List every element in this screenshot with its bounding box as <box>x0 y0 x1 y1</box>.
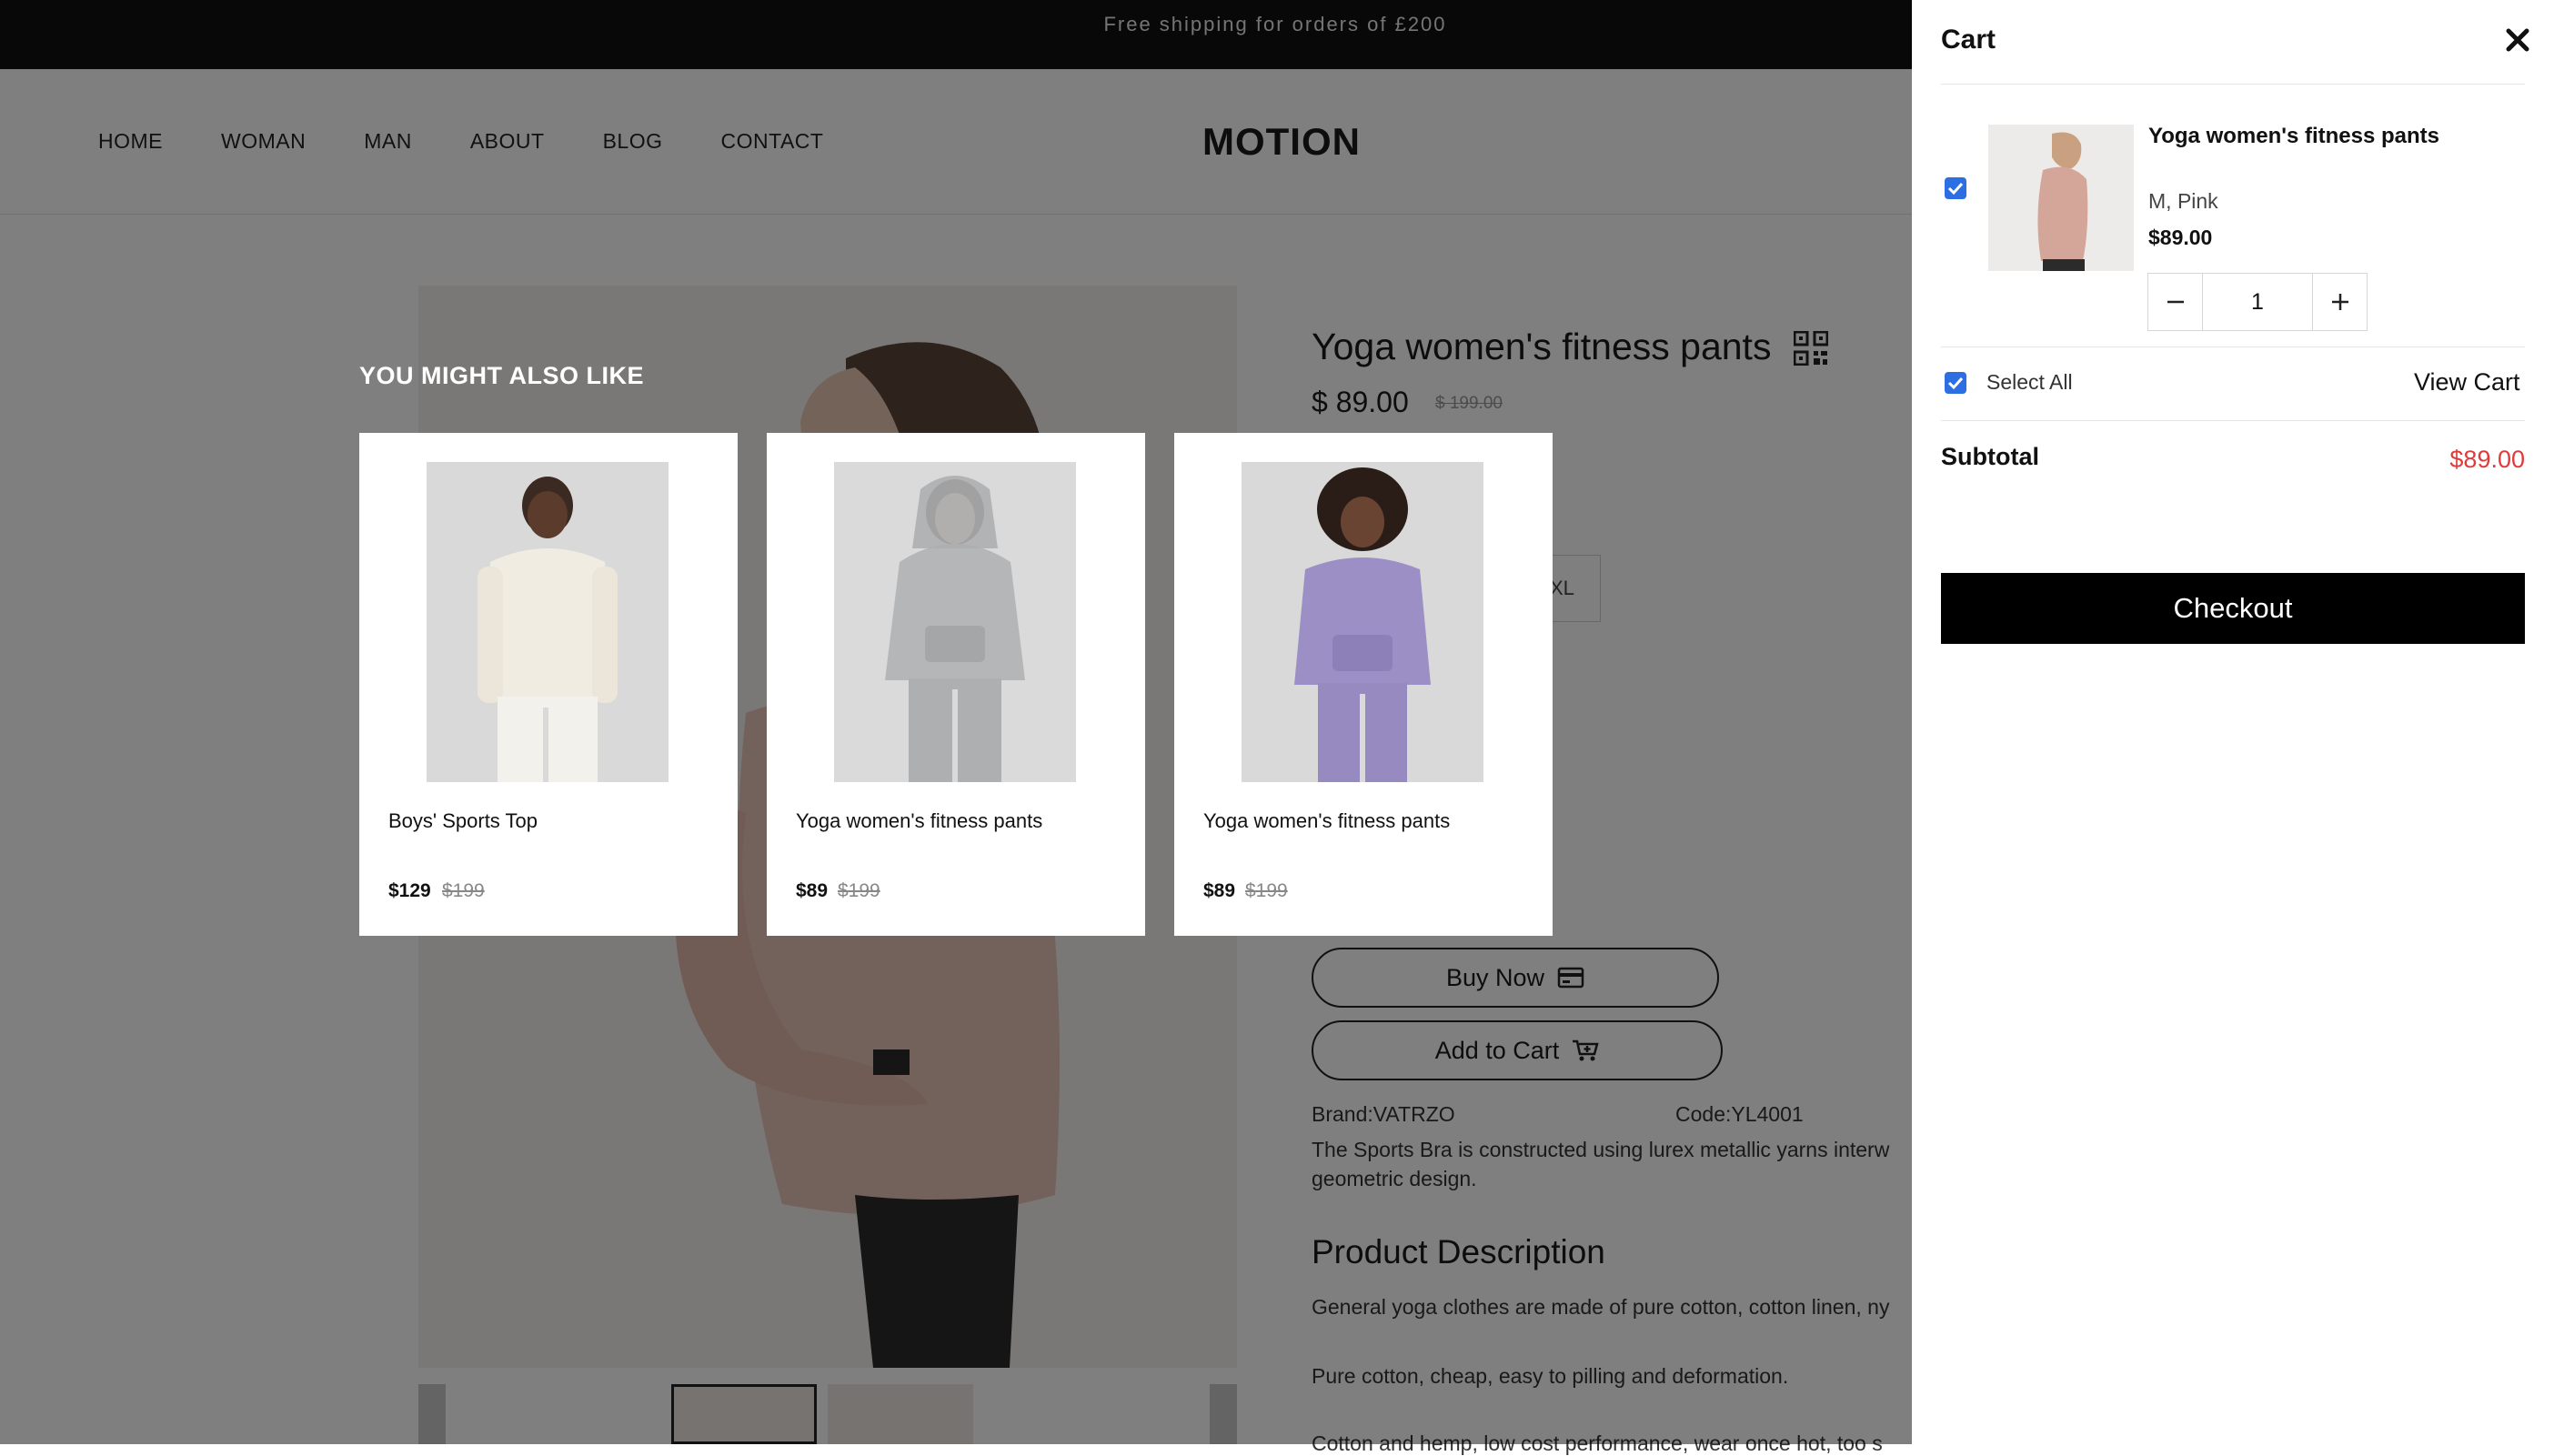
recommendation-price: $129 <box>388 880 431 901</box>
subtotal-value: $89.00 <box>2449 446 2525 473</box>
view-cart-link[interactable]: View Cart <box>2414 368 2520 397</box>
recommendation-card[interactable]: Yoga women's fitness pants $89 $199 <box>767 433 1145 936</box>
recommendation-old-price: $199 <box>1245 880 1288 901</box>
select-all-checkbox[interactable] <box>1945 372 1966 394</box>
recommendation-name: Boys' Sports Top <box>388 809 538 832</box>
recommendation-image <box>427 462 669 782</box>
cart-item-checkbox[interactable] <box>1945 177 1966 199</box>
recommendation-card[interactable]: Boys' Sports Top $129 $199 <box>359 433 738 936</box>
cart-item-variant: M, Pink <box>2148 189 2218 213</box>
recommendation-price: $89 <box>1203 880 1236 901</box>
close-icon[interactable] <box>2503 25 2532 55</box>
recommendation-name: Yoga women's fitness pants <box>1203 809 1451 832</box>
quantity-increase-button[interactable] <box>2312 274 2367 330</box>
quantity-stepper <box>2147 273 2368 331</box>
cart-item-image <box>1988 125 2134 271</box>
recommendation-name: Yoga women's fitness pants <box>796 809 1043 832</box>
check-icon <box>1947 182 1964 196</box>
subtotal-label: Subtotal <box>1941 443 2039 470</box>
recommendation-price: $89 <box>796 880 829 901</box>
divider <box>1941 420 2525 421</box>
cart-item-price: $89.00 <box>2148 226 2213 249</box>
recommendation-card[interactable]: Yoga women's fitness pants $89 $199 <box>1174 433 1553 936</box>
check-icon <box>1947 377 1964 390</box>
recommendation-old-price: $199 <box>838 880 880 901</box>
divider <box>1941 346 2525 347</box>
cart-title: Cart <box>1941 25 1996 55</box>
cart-drawer: Cart Yoga women's fitness pants M, Pink … <box>1912 0 2554 1444</box>
cart-item-name[interactable]: Yoga women's fitness pants <box>2148 124 2439 149</box>
plus-icon <box>2331 294 2348 310</box>
quantity-input[interactable] <box>2204 274 2311 330</box>
checkout-button[interactable]: Checkout <box>1941 573 2525 644</box>
select-all-label[interactable]: Select All <box>1986 370 2073 395</box>
minus-icon <box>2167 300 2184 304</box>
recommendations-heading: YOU MIGHT ALSO LIKE <box>359 362 644 389</box>
quantity-decrease-button[interactable] <box>2148 274 2203 330</box>
recommendation-old-price: $199 <box>442 880 485 901</box>
recommendation-image <box>834 462 1076 782</box>
recommendation-image <box>1242 462 1483 782</box>
divider <box>1941 84 2525 85</box>
